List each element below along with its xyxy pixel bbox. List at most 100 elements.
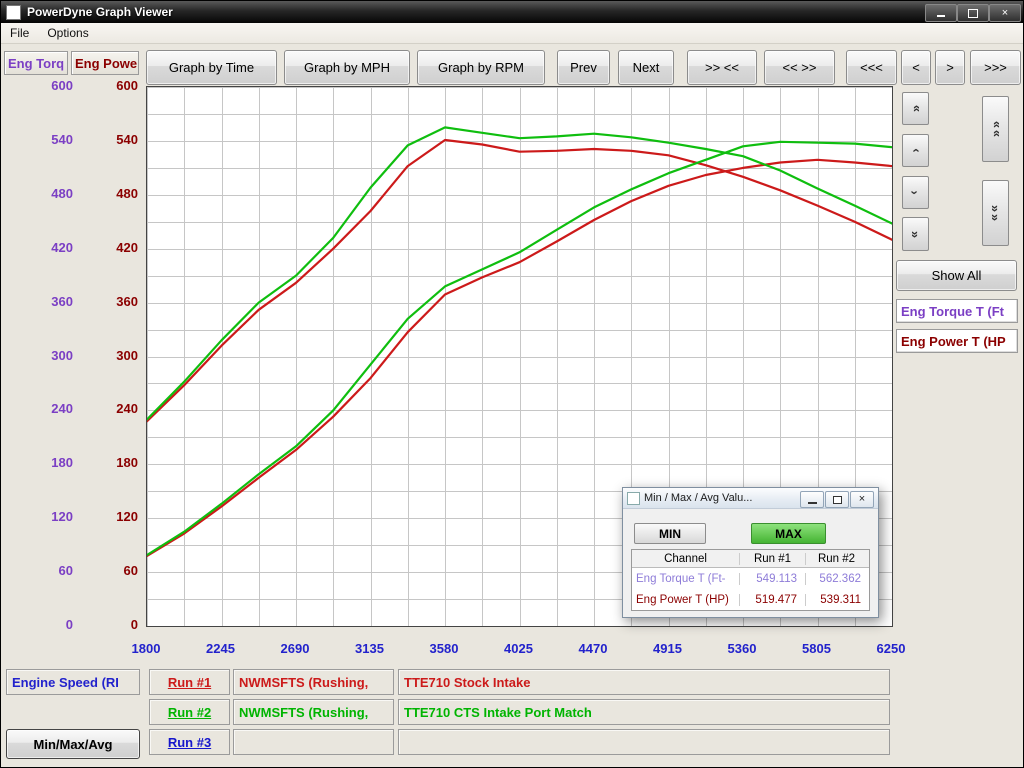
minmax-col-run2: Run #2 (806, 553, 867, 565)
minmax-row-1: Eng Torque T (Ft-549.113562.362 (632, 568, 869, 589)
scale-down-button[interactable]: › (902, 176, 929, 209)
x-axis-channel-box[interactable]: Engine Speed (RI (6, 669, 140, 695)
toolbar-button-nav-9[interactable]: > (935, 50, 965, 85)
app-icon (6, 5, 21, 20)
minmax-table-header: ChannelRun #1Run #2 (632, 550, 869, 568)
x-tick-2245: 2245 (197, 641, 245, 657)
run-desc-3 (398, 729, 890, 755)
x-tick-4915: 4915 (644, 641, 692, 657)
y-tick-torque-120: 120 (5, 509, 73, 525)
minmax-close-button[interactable]: × (850, 491, 874, 508)
run-label-1[interactable]: Run #1 (149, 669, 230, 695)
y-tick-torque-180: 180 (5, 455, 73, 471)
minmax-avg-button[interactable]: Min/Max/Avg (6, 729, 140, 759)
menu-options[interactable]: Options (38, 24, 97, 42)
y-tick-power-120: 120 (77, 509, 138, 525)
minimize-button[interactable] (925, 4, 957, 22)
minmax-table-body: Eng Torque T (Ft-549.113562.362 Eng Power… (632, 568, 869, 610)
y-tick-power-0: 0 (77, 617, 138, 633)
run-desc-1: TTE710 Stock Intake (398, 669, 890, 695)
y-tick-power-420: 420 (77, 240, 138, 256)
toolbar-button-nav-5[interactable]: >> << (687, 50, 757, 85)
menu-bar: File Options (1, 23, 1023, 44)
x-tick-3580: 3580 (420, 641, 468, 657)
window-title: PowerDyne Graph Viewer (27, 5, 173, 19)
toolbar-button-graph-by-time[interactable]: Graph by Time (146, 50, 277, 85)
toolbar-button-graph-by-rpm[interactable]: Graph by RPM (417, 50, 545, 85)
toolbar-button-nav-7[interactable]: <<< (846, 50, 897, 85)
maximize-icon (968, 9, 978, 18)
title-bar: PowerDyne Graph Viewer (1, 1, 1023, 23)
tab-eng-power-channel[interactable]: Eng Powe (71, 51, 139, 75)
min-toggle-button[interactable]: MIN (634, 523, 706, 544)
chevron-down-icon: › (911, 190, 920, 194)
minmax-cell-run2: 539.311 (806, 594, 867, 606)
pan-up-button[interactable]: » » (982, 96, 1009, 162)
run-label-2[interactable]: Run #2 (149, 699, 230, 725)
close-icon: × (859, 494, 865, 505)
minimize-icon (808, 502, 817, 504)
minmax-col-run1: Run #1 (740, 553, 806, 565)
pan-down-button[interactable]: » » (982, 180, 1009, 246)
close-button[interactable]: × (989, 4, 1021, 22)
run-file-3 (233, 729, 394, 755)
app-window: PowerDyne Graph Viewer × File Options En… (0, 0, 1024, 768)
y-tick-torque-60: 60 (5, 563, 73, 579)
double-chevron-up-icon: » (911, 105, 920, 112)
menu-file[interactable]: File (1, 24, 38, 42)
run-label-3[interactable]: Run #3 (149, 729, 230, 755)
y-tick-torque-0: 0 (5, 617, 73, 633)
toolbar-button-nav-6[interactable]: << >> (764, 50, 835, 85)
y-tick-torque-360: 360 (5, 294, 73, 310)
toolbar-button-graph-by-mph[interactable]: Graph by MPH (284, 50, 410, 85)
y-tick-power-240: 240 (77, 401, 138, 417)
scale-double-up-button[interactable]: » (902, 92, 929, 125)
double-chevron-up-icon: » (991, 121, 1000, 128)
scale-up-button[interactable]: › (902, 134, 929, 167)
tab-eng-torque-channel[interactable]: Eng Torq (4, 51, 68, 75)
y-tick-power-360: 360 (77, 294, 138, 310)
minmax-minimize-button[interactable] (800, 491, 824, 508)
y-tick-torque-600: 600 (5, 78, 73, 94)
toolbar-button-nav-10[interactable]: >>> (970, 50, 1021, 85)
chevron-up-icon: › (911, 148, 920, 152)
toolbar-button-next[interactable]: Next (618, 50, 674, 85)
run-desc-2: TTE710 CTS Intake Port Match (398, 699, 890, 725)
y-tick-power-60: 60 (77, 563, 138, 579)
minmax-cell-run1: 519.477 (740, 594, 806, 606)
y-tick-torque-240: 240 (5, 401, 73, 417)
toolbar-button-nav-8[interactable]: < (901, 50, 931, 85)
y-tick-torque-540: 540 (5, 132, 73, 148)
x-tick-3135: 3135 (346, 641, 394, 657)
double-chevron-up-icon: » (991, 130, 1000, 137)
show-all-button[interactable]: Show All (896, 260, 1017, 291)
legend-eng-power[interactable]: Eng Power T (HP (896, 329, 1018, 353)
run-file-1: NWMSFTS (Rushing, (233, 669, 394, 695)
scale-double-down-button[interactable]: » (902, 217, 929, 251)
minmax-cell-run2: 562.362 (806, 573, 867, 585)
y-tick-power-540: 540 (77, 132, 138, 148)
x-tick-5360: 5360 (718, 641, 766, 657)
toolbar-button-prev[interactable]: Prev (557, 50, 610, 85)
minimize-icon (937, 15, 945, 17)
x-tick-1800: 1800 (122, 641, 170, 657)
x-tick-4470: 4470 (569, 641, 617, 657)
double-chevron-down-icon: » (911, 230, 920, 237)
minmax-window: Min / Max / Avg Valu... × MIN MAX Channe… (622, 487, 879, 618)
y-tick-torque-420: 420 (5, 240, 73, 256)
minmax-window-title: Min / Max / Avg Valu... (644, 492, 752, 504)
minmax-cell-channel: Eng Power T (HP) (632, 594, 740, 606)
close-icon: × (1002, 8, 1008, 19)
minmax-window-icon (627, 492, 640, 505)
y-tick-torque-480: 480 (5, 186, 73, 202)
run-file-2: NWMSFTS (Rushing, (233, 699, 394, 725)
x-tick-4025: 4025 (495, 641, 543, 657)
y-tick-power-300: 300 (77, 348, 138, 364)
maximize-button[interactable] (957, 4, 989, 22)
max-toggle-button[interactable]: MAX (751, 523, 826, 544)
minmax-restore-button[interactable] (825, 491, 849, 508)
legend-eng-torque[interactable]: Eng Torque T (Ft (896, 299, 1018, 323)
minmax-col-channel: Channel (632, 553, 740, 565)
x-tick-6250: 6250 (867, 641, 915, 657)
y-tick-power-480: 480 (77, 186, 138, 202)
